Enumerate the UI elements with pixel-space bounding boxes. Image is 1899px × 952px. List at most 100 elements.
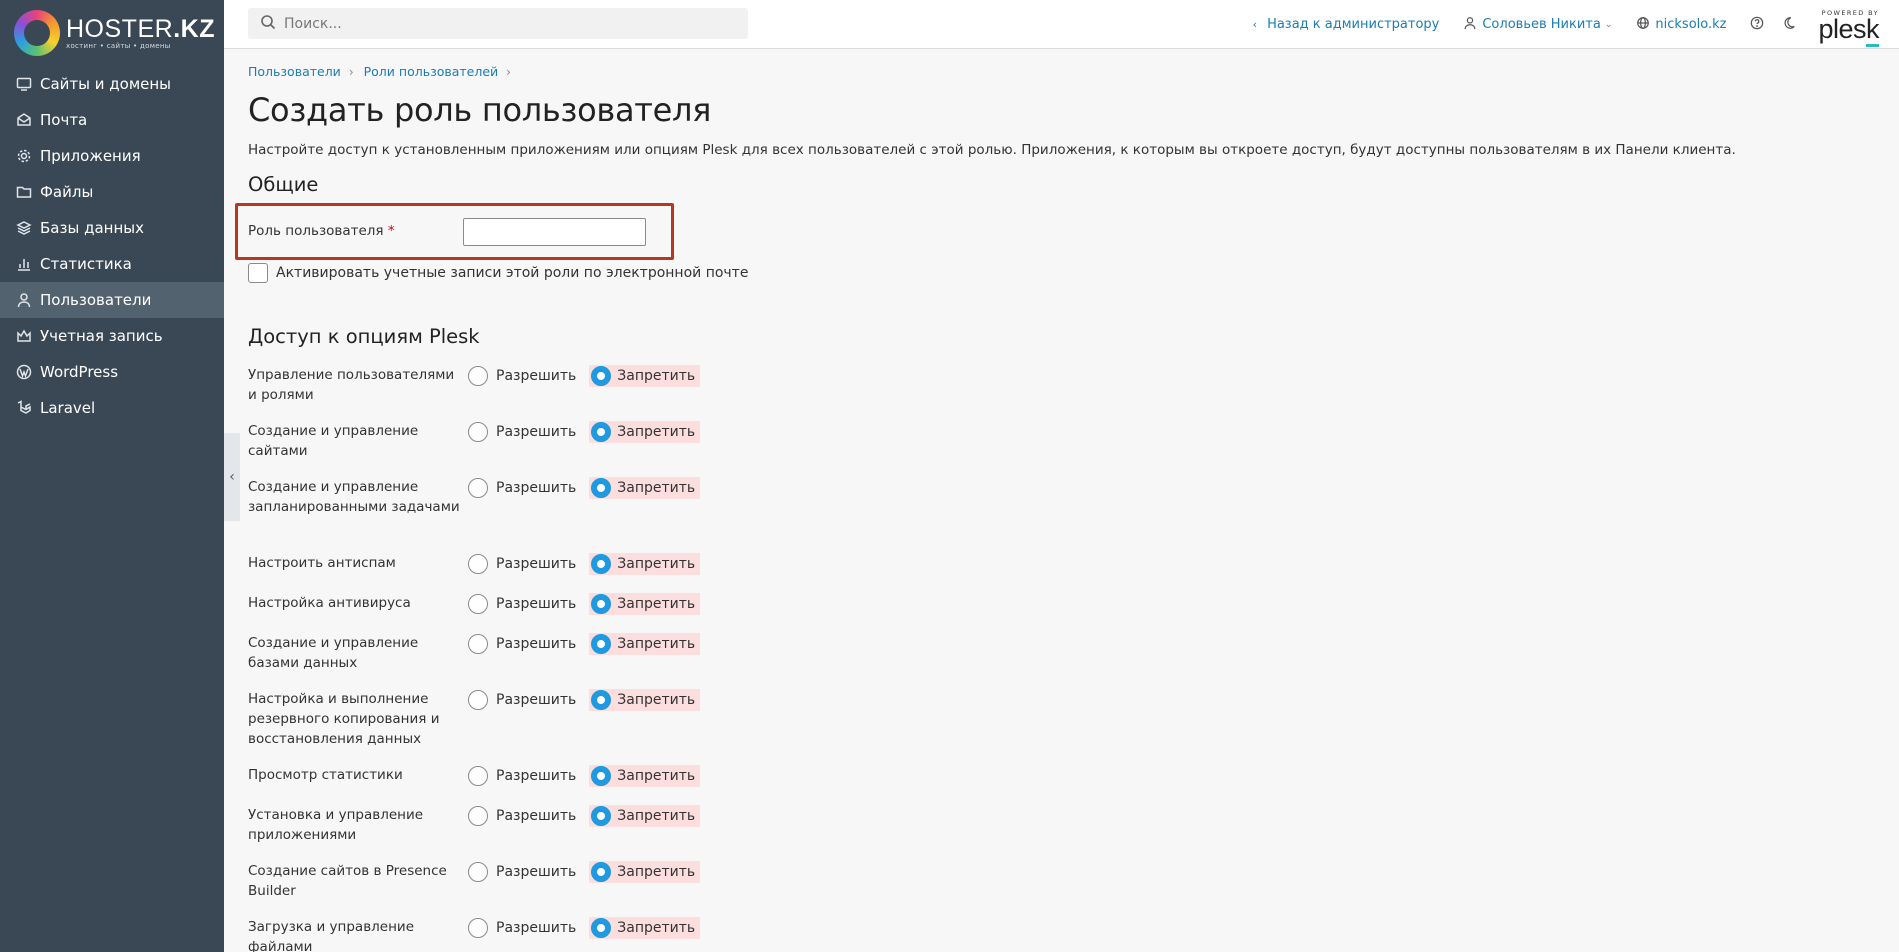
allow-option[interactable]: Разрешить — [468, 478, 576, 498]
help-icon[interactable] — [1750, 16, 1764, 34]
folder-icon — [15, 183, 33, 201]
allow-radio[interactable] — [468, 690, 488, 710]
sidebar-item-users[interactable]: Пользователи — [0, 282, 224, 318]
access-option-radios: Разрешить Запретить — [468, 477, 701, 499]
search-box[interactable] — [248, 8, 748, 39]
allow-label: Разрешить — [496, 768, 577, 784]
deny-radio[interactable] — [591, 766, 612, 786]
allow-radio[interactable] — [468, 634, 488, 654]
role-name-input[interactable] — [463, 218, 646, 246]
allow-option[interactable]: Разрешить — [468, 366, 576, 386]
deny-option[interactable]: Запретить — [589, 633, 701, 655]
access-option-label: Настройка антивируса — [248, 595, 411, 611]
deny-radio[interactable] — [591, 806, 612, 826]
sidebar-item-websites[interactable]: Сайты и домены — [0, 66, 224, 102]
back-to-admin-link[interactable]: ‹ Назад к администратору — [1253, 17, 1440, 32]
sidebar-item-statistics[interactable]: Статистика — [0, 246, 224, 282]
access-option-radios: Разрешить Запретить — [468, 421, 701, 443]
deny-option[interactable]: Запретить — [589, 477, 701, 499]
deny-radio[interactable] — [591, 478, 612, 498]
sidebar-item-laravel[interactable]: Laravel — [0, 390, 224, 426]
sidebar-item-databases[interactable]: Базы данных — [0, 210, 224, 246]
gear-icon — [15, 147, 33, 165]
allow-label: Разрешить — [496, 596, 577, 612]
allow-radio[interactable] — [468, 918, 488, 938]
breadcrumb-roles[interactable]: Роли пользователей — [364, 64, 499, 79]
allow-option[interactable]: Разрешить — [468, 554, 576, 574]
sidebar-item-mail[interactable]: Почта — [0, 102, 224, 138]
sidebar-item-applications[interactable]: Приложения — [0, 138, 224, 174]
sidebar-item-label: Учетная запись — [40, 327, 163, 345]
access-option-row: Создание и управление запланированными з… — [248, 477, 701, 517]
allow-option[interactable]: Разрешить — [468, 690, 576, 710]
allow-label: Разрешить — [496, 864, 577, 880]
allow-radio[interactable] — [468, 478, 488, 498]
allow-option[interactable]: Разрешить — [468, 422, 576, 442]
deny-option[interactable]: Запретить — [589, 421, 701, 443]
deny-radio[interactable] — [591, 634, 612, 654]
deny-label: Запретить — [617, 424, 696, 440]
allow-radio[interactable] — [468, 366, 488, 386]
access-option-label: Создание сайтов в Presence Builder — [248, 863, 447, 899]
user-menu[interactable]: Соловьев Никита ⌄ — [1463, 16, 1612, 34]
search-input[interactable] — [284, 15, 724, 32]
allow-option[interactable]: Разрешить — [468, 766, 576, 786]
deny-label: Запретить — [617, 808, 696, 824]
deny-option[interactable]: Запретить — [589, 765, 701, 787]
wordpress-icon — [15, 363, 33, 381]
hoster-logo-icon — [14, 10, 60, 56]
deny-label: Запретить — [617, 596, 696, 612]
sidebar-item-label: Статистика — [40, 255, 132, 273]
allow-label: Разрешить — [496, 424, 577, 440]
access-option-label: Создание и управление базами данных — [248, 635, 419, 671]
allow-radio[interactable] — [468, 806, 488, 826]
access-option-radios: Разрешить Запретить — [468, 365, 701, 387]
deny-option[interactable]: Запретить — [589, 917, 701, 939]
sidebar-item-label: Файлы — [40, 183, 94, 201]
deny-option[interactable]: Запретить — [589, 861, 701, 883]
deny-radio[interactable] — [591, 918, 612, 938]
sidebar-collapse-button[interactable]: ‹ — [224, 433, 240, 521]
section-access-title: Доступ к опциям Plesk — [248, 325, 480, 348]
brand-logo[interactable]: HOSTER.KZ хостинг • сайты • домены — [0, 0, 224, 66]
allow-radio[interactable] — [468, 862, 488, 882]
sidebar-item-account[interactable]: Учетная запись — [0, 318, 224, 354]
monitor-icon — [15, 75, 33, 93]
top-nav: ‹ Назад к администратору Соловьев Никита ⌄… — [1253, 0, 1899, 49]
access-option-row: Создание и управление базами данных Разре… — [248, 633, 701, 673]
allow-radio[interactable] — [468, 594, 488, 614]
deny-radio[interactable] — [591, 366, 612, 386]
deny-option[interactable]: Запретить — [589, 553, 701, 575]
allow-option[interactable]: Разрешить — [468, 918, 576, 938]
domain-link[interactable]: nicksolo.kz — [1636, 16, 1726, 34]
sidebar: HOSTER.KZ хостинг • сайты • домены Сайты… — [0, 0, 224, 952]
allow-option[interactable]: Разрешить — [468, 634, 576, 654]
allow-radio[interactable] — [468, 766, 488, 786]
sidebar-item-files[interactable]: Файлы — [0, 174, 224, 210]
chevron-down-icon: ⌄ — [1604, 19, 1613, 30]
allow-option[interactable]: Разрешить — [468, 806, 576, 826]
deny-option[interactable]: Запретить — [589, 593, 701, 615]
allow-option[interactable]: Разрешить — [468, 594, 576, 614]
deny-radio[interactable] — [591, 690, 612, 710]
moon-icon[interactable] — [1782, 16, 1796, 34]
activate-by-email-checkbox[interactable] — [248, 263, 268, 283]
access-option-radios: Разрешить Запретить — [468, 765, 701, 787]
allow-radio[interactable] — [468, 554, 488, 574]
deny-option[interactable]: Запретить — [589, 365, 701, 387]
breadcrumb: Пользователи › Роли пользователей › — [248, 64, 1888, 79]
deny-radio[interactable] — [591, 422, 612, 442]
allow-radio[interactable] — [468, 422, 488, 442]
breadcrumb-users[interactable]: Пользователи — [248, 64, 341, 79]
deny-radio[interactable] — [591, 594, 612, 614]
deny-option[interactable]: Запретить — [589, 689, 701, 711]
chevron-right-icon: › — [506, 64, 511, 79]
access-option-label: Установка и управление приложениями — [248, 807, 424, 843]
deny-radio[interactable] — [591, 862, 612, 882]
allow-option[interactable]: Разрешить — [468, 862, 576, 882]
role-name-label: Роль пользователя * — [248, 223, 395, 239]
deny-radio[interactable] — [591, 554, 612, 574]
deny-option[interactable]: Запретить — [589, 805, 701, 827]
access-option-label: Создание и управление сайтами — [248, 423, 419, 459]
sidebar-item-wordpress[interactable]: WordPress — [0, 354, 224, 390]
